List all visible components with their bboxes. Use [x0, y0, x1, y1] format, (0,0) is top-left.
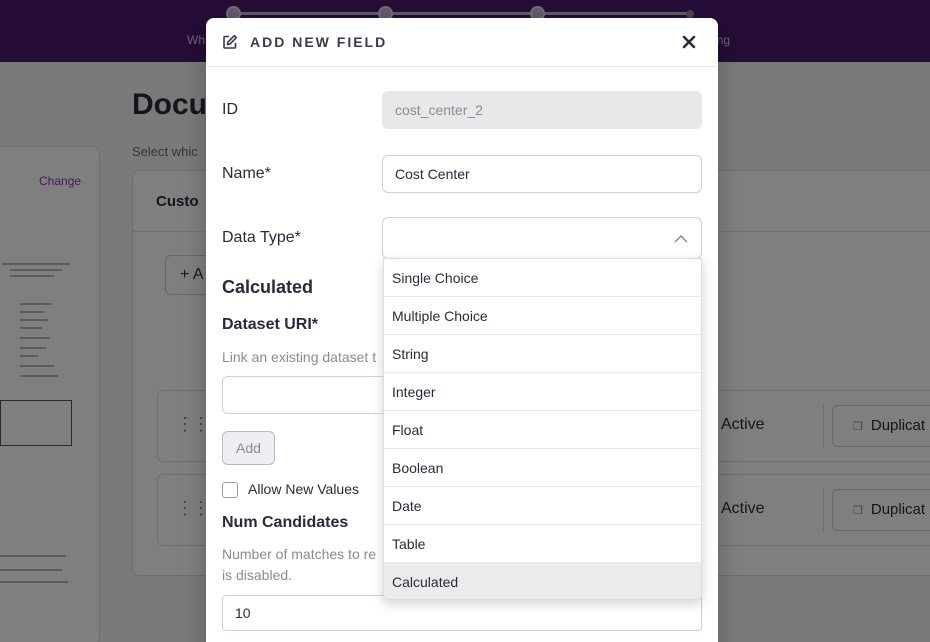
num-candidates-help: Number of matches to re is disabled. [222, 544, 376, 586]
id-label: ID [222, 101, 238, 118]
name-field[interactable] [382, 155, 702, 193]
option-date[interactable]: Date [384, 487, 701, 525]
num-candidates-help-line: is disabled. [222, 567, 293, 583]
num-candidates-help-line: Number of matches to re [222, 546, 377, 562]
allow-new-values-checkbox[interactable] [222, 482, 238, 498]
data-type-select[interactable] [382, 217, 702, 259]
data-type-dropdown: Single Choice Multiple Choice String Int… [383, 258, 702, 600]
option-float[interactable]: Float [384, 411, 701, 449]
add-uri-button[interactable]: Add [222, 431, 275, 465]
chevron-up-icon [674, 234, 688, 243]
data-type-label: Data Type* [222, 229, 301, 246]
calculated-section-title: Calculated [222, 277, 314, 297]
dataset-uri-help: Link an existing dataset t [222, 349, 377, 365]
option-calculated[interactable]: Calculated [384, 563, 701, 599]
option-string[interactable]: String [384, 335, 701, 373]
option-single-choice[interactable]: Single Choice [384, 259, 701, 297]
edit-icon [223, 34, 238, 49]
allow-new-values-label: Allow New Values [248, 481, 360, 497]
num-candidates-input[interactable]: 10 [222, 595, 702, 631]
num-candidates-label: Num Candidates [222, 514, 349, 531]
option-multiple-choice[interactable]: Multiple Choice [384, 297, 701, 335]
option-table[interactable]: Table [384, 525, 701, 563]
modal-header: ADD NEW FIELD [206, 18, 718, 67]
dataset-uri-label: Dataset URI* [222, 316, 319, 333]
modal-title: ADD NEW FIELD [250, 34, 388, 50]
name-label: Name* [222, 165, 271, 182]
close-icon[interactable] [680, 33, 698, 51]
option-integer[interactable]: Integer [384, 373, 701, 411]
option-boolean[interactable]: Boolean [384, 449, 701, 487]
id-field [382, 91, 702, 129]
